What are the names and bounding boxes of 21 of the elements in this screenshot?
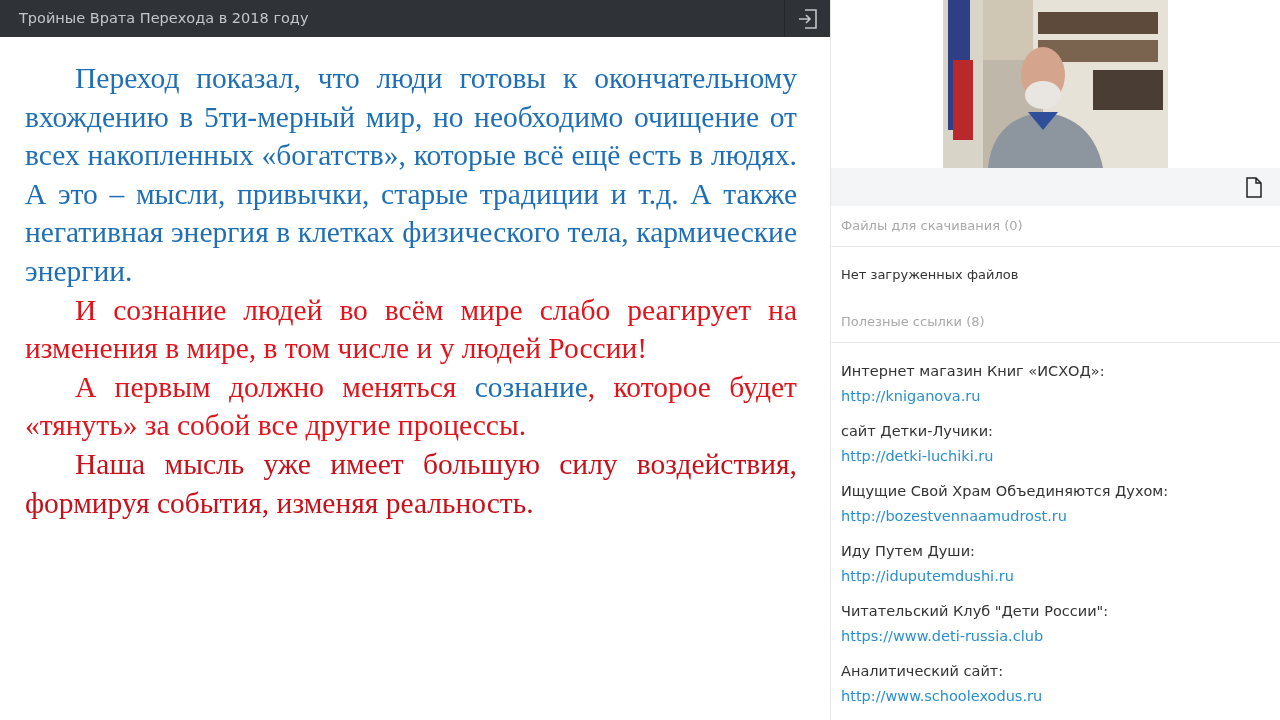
section-heading: Файлы для скачивания (0) [831, 206, 1280, 247]
slide-paragraph: Наша мысль уже имеет большую силу воздействия, формируя события, изменяя реальность. [25, 446, 797, 521]
slide-paragraph: Переход показал, что люди готовы к окончательному вхождению в 5ти-мерный мир, но необходимо очищение от всех накопленных «богатств», которые всё ещё есть в людях. А это – мысли, привычки, старые традиции и т.д. А также негативная энергия в клетках физического тела, кармические энергии. [25, 61, 797, 289]
file-icon[interactable] [1246, 176, 1262, 198]
link-label: Интернет магазин Книг «ИСХОД»: [841, 361, 1106, 381]
link-label: Ищущие Свой Храм Объединяются Духом: [841, 481, 1170, 501]
link-label: Читательский Клуб "Дети России": [841, 601, 1110, 621]
section-heading: Полезные ссылки (8) [831, 302, 1280, 343]
empty-message: Нет загруженных файлов [840, 265, 1020, 284]
slide-paragraph: А первым должно меняться сознание, которое будет «тянуть» за собой все другие процессы. [25, 369, 797, 444]
link[interactable]: http://iduputemdushi.ru [841, 563, 1014, 589]
lesson-title: Тройные Врата Перехода в 2018 году [19, 8, 309, 28]
slide-paragraph: И сознание людей во всём мире слабо реагирует на изменения в мире, в том числе и у людей России! [25, 292, 797, 367]
link-label: Иду Путем Души: [841, 541, 976, 561]
link[interactable]: https://www.deti-russia.club [841, 623, 1044, 649]
link-label: Аналитический сайт: [841, 661, 1005, 681]
link[interactable]: http://detki-luchiki.ru [841, 443, 994, 469]
link[interactable]: http://bozestvennaamudrost.ru [841, 503, 1067, 529]
link[interactable]: http://kniganova.ru [841, 383, 981, 409]
link[interactable]: http://www.schoolexodus.ru [841, 683, 1043, 709]
link-label: сайт Детки-Лучики: [841, 421, 994, 441]
